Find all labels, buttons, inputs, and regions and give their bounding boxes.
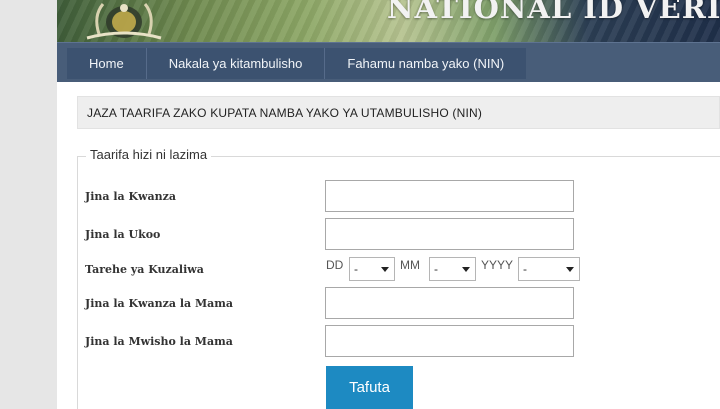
- yyyy-label: YYYY: [481, 258, 514, 272]
- day-select-value: -: [354, 262, 358, 276]
- month-select-value: -: [434, 262, 438, 276]
- first-name-label: Jina la Kwanza: [85, 190, 177, 203]
- surname-input[interactable]: [325, 218, 574, 250]
- mother-first-name-input[interactable]: [325, 287, 574, 319]
- site-title: NATIONAL ID VERIFICAT: [387, 0, 720, 25]
- day-select[interactable]: -: [349, 257, 395, 281]
- main-nav: Home Nakala ya kitambulisho Fahamu namba…: [57, 42, 720, 82]
- first-name-input[interactable]: [325, 180, 574, 212]
- month-select[interactable]: -: [429, 257, 476, 281]
- instruction-banner: JAZA TAARIFA ZAKO KUPATA NAMBA YAKO YA U…: [77, 96, 720, 129]
- mm-label: MM: [400, 258, 420, 272]
- surname-label: Jina la Ukoo: [85, 228, 161, 241]
- mother-first-name-label: Jina la Kwanza la Mama: [85, 297, 234, 310]
- nav-tabs: Home Nakala ya kitambulisho Fahamu namba…: [67, 48, 527, 79]
- coat-of-arms-icon: [86, 3, 162, 40]
- tab-home[interactable]: Home: [67, 48, 147, 79]
- chevron-down-icon: [566, 267, 574, 272]
- header-banner: NATIONAL ID VERIFICAT: [57, 0, 720, 42]
- year-select-value: -: [523, 262, 527, 276]
- chevron-down-icon: [381, 267, 389, 272]
- fieldset-legend: Taarifa hizi ni lazima: [86, 147, 212, 162]
- search-button[interactable]: Tafuta: [326, 366, 413, 409]
- left-gutter: [0, 0, 57, 409]
- dob-label: Tarehe ya Kuzaliwa: [85, 263, 204, 276]
- chevron-down-icon: [462, 267, 470, 272]
- tab-id-copy[interactable]: Nakala ya kitambulisho: [147, 48, 326, 79]
- year-select[interactable]: -: [518, 257, 580, 281]
- mother-last-name-label: Jina la Mwisho la Mama: [85, 335, 233, 348]
- dd-label: DD: [326, 258, 344, 272]
- mother-last-name-input[interactable]: [325, 325, 574, 357]
- instruction-text: JAZA TAARIFA ZAKO KUPATA NAMBA YAKO YA U…: [87, 106, 483, 120]
- page: NATIONAL ID VERIFICAT Home Nakala ya kit…: [57, 0, 720, 409]
- tab-know-nin[interactable]: Fahamu namba yako (NIN): [325, 48, 526, 79]
